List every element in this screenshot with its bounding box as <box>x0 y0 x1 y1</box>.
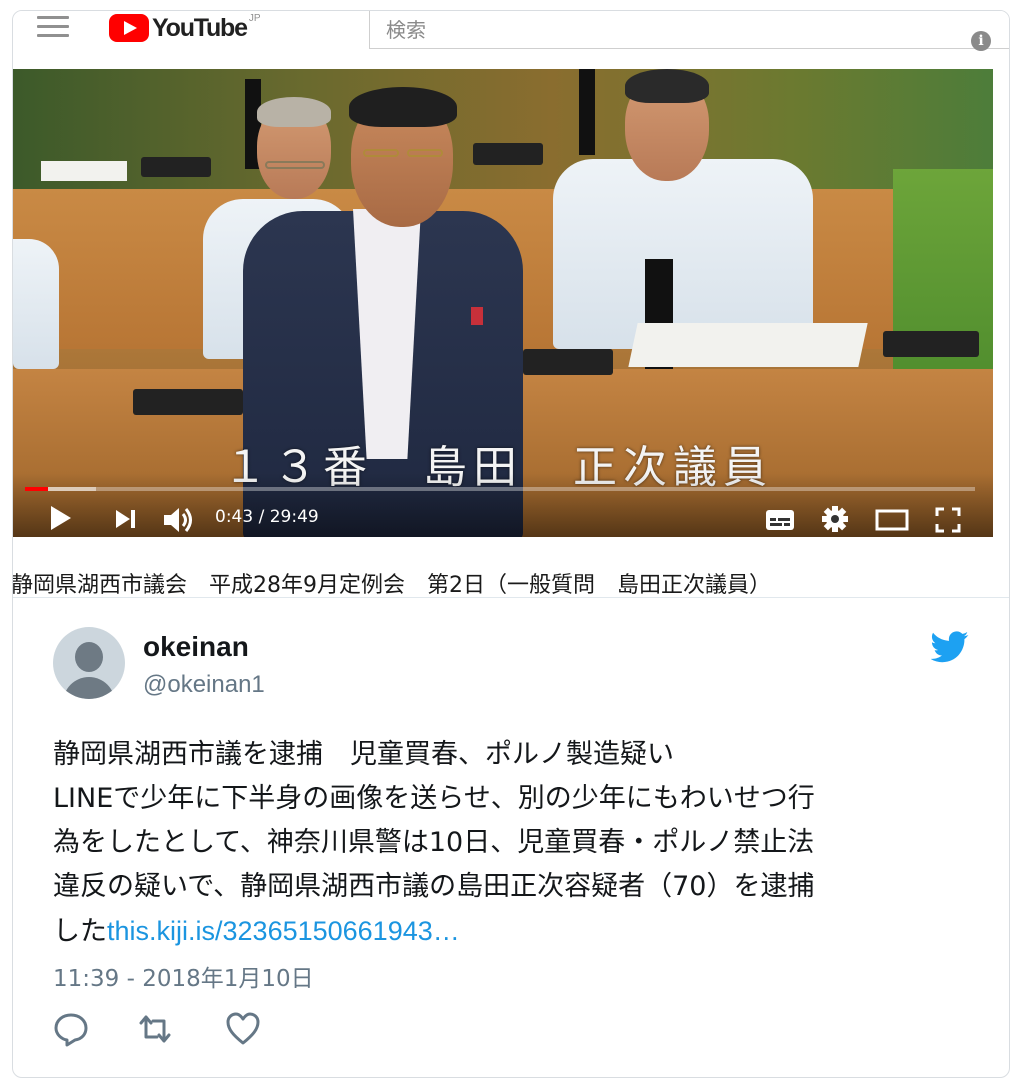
tweet-line-prefix: した <box>53 916 107 947</box>
lapel-pin <box>471 307 483 325</box>
theater-mode-icon[interactable] <box>875 509 909 531</box>
region-label: JP <box>248 12 261 24</box>
embedded-tweet-card: YouTube JP i <box>12 10 1010 1078</box>
settings-icon[interactable] <box>821 505 849 533</box>
tweet-line: したthis.kiji.is/32365150661943… <box>53 909 973 954</box>
tweet-line: 為をしたとして、神奈川県警は10日、児童買春・ポルノ禁止法 <box>53 827 815 858</box>
time-display: 0:43 / 29:49 <box>215 507 319 527</box>
reply-icon[interactable] <box>53 1011 89 1047</box>
youtube-logo[interactable]: YouTube JP <box>109 11 261 45</box>
progress-played <box>25 487 48 491</box>
next-icon[interactable] <box>115 509 137 529</box>
video-title[interactable]: 静岡県湖西市議会 平成28年9月定例会 第2日（一般質問 島田正次議員） <box>13 567 771 599</box>
tweet-line: 静岡県湖西市議を逮捕 児童買春、ポルノ製造疑い <box>53 739 674 770</box>
tweet-text: 静岡県湖西市議を逮捕 児童買春、ポルノ製造疑い LINEで少年に下半身の画像を送… <box>53 733 973 954</box>
tweet-link[interactable]: this.kiji.is/32365150661943… <box>107 916 460 946</box>
tweet-line: LINEで少年に下半身の画像を送らせ、別の少年にもわいせつ行 <box>53 783 815 814</box>
youtube-play-logo-icon <box>109 14 149 42</box>
like-heart-icon[interactable] <box>225 1011 261 1047</box>
microphone <box>523 349 613 375</box>
search-box[interactable] <box>369 11 1009 49</box>
nameplate <box>579 69 595 155</box>
tweet-display-name[interactable]: okeinan <box>143 631 249 663</box>
subtitles-icon[interactable] <box>765 509 795 531</box>
menu-icon[interactable] <box>37 16 69 40</box>
fullscreen-icon[interactable] <box>935 507 961 533</box>
player-controls: 0:43 / 29:49 <box>13 473 993 537</box>
avatar[interactable] <box>53 627 125 699</box>
tweet-handle[interactable]: @okeinan1 <box>143 671 265 699</box>
seated-person-edge <box>13 239 59 369</box>
video-player[interactable]: １３番 島田 正次議員 0:43 / 29:49 <box>13 69 993 537</box>
microphone <box>133 389 243 415</box>
microphone <box>883 331 979 357</box>
search-input[interactable] <box>370 11 1009 48</box>
retweet-icon[interactable] <box>137 1011 173 1047</box>
microphone <box>141 157 211 177</box>
play-icon[interactable] <box>49 505 73 531</box>
volume-icon[interactable] <box>163 507 195 533</box>
paper <box>628 323 868 367</box>
twitter-bird-icon[interactable] <box>931 631 969 663</box>
info-icon[interactable]: i <box>971 31 991 51</box>
youtube-header: YouTube JP i <box>13 11 1009 69</box>
youtube-wordmark: YouTube <box>152 13 248 42</box>
microphone <box>473 143 543 165</box>
tweet-timestamp[interactable]: 11:39 - 2018年1月10日 <box>53 959 314 993</box>
tweet-line: 違反の疑いで、静岡県湖西市議の島田正次容疑者（70）を逮捕 <box>53 871 815 902</box>
progress-bar[interactable] <box>25 487 975 491</box>
paper <box>41 161 127 181</box>
divider <box>13 597 1009 598</box>
